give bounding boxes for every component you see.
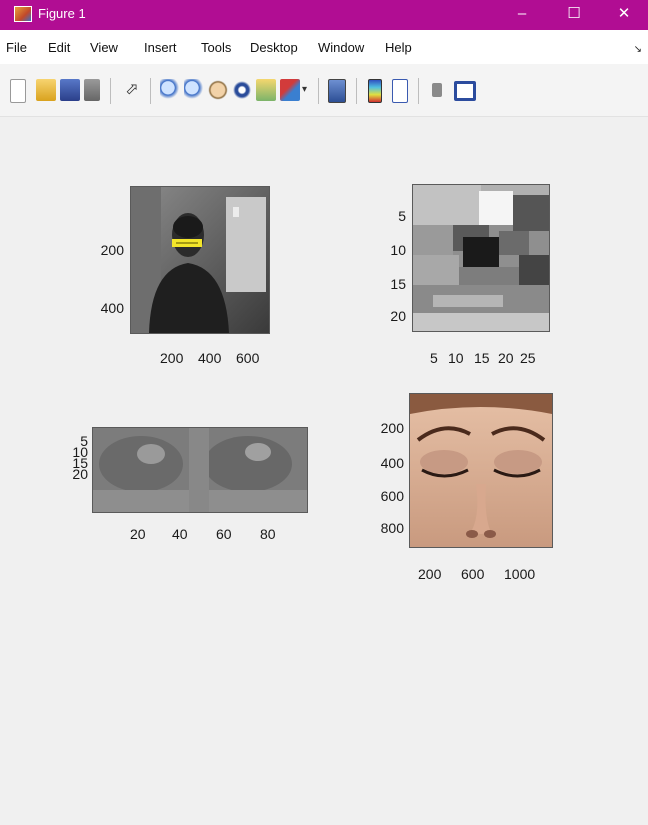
axes-closed-eyes-image[interactable] bbox=[409, 393, 553, 548]
closed-eyes-ytick-label: 200 bbox=[380, 420, 404, 436]
toolbar-separator bbox=[318, 78, 319, 104]
closed-eyes-xtick-label: 600 bbox=[461, 566, 485, 582]
toolbar-separator bbox=[110, 78, 111, 104]
brush-icon[interactable] bbox=[280, 79, 300, 101]
colorbar-icon[interactable] bbox=[368, 79, 382, 103]
face-xtick-label: 400 bbox=[198, 350, 222, 366]
eye-strip-image bbox=[93, 428, 307, 512]
closed-eyes-ytick-label: 400 bbox=[380, 455, 404, 471]
toolbar-separator bbox=[418, 78, 419, 104]
face-ytick-label: 400 bbox=[100, 300, 124, 316]
menu-file[interactable]: File bbox=[6, 40, 27, 55]
eye-zoom-image bbox=[413, 185, 549, 331]
new-figure-icon[interactable] bbox=[10, 79, 26, 103]
closed-eyes-xtick-label: 200 bbox=[418, 566, 442, 582]
data-cursor-icon[interactable] bbox=[256, 79, 276, 101]
minimize-button[interactable]: – bbox=[504, 3, 540, 25]
closed-eyes-ytick-label: 800 bbox=[380, 520, 404, 536]
closed-eyes-ytick-label: 600 bbox=[380, 488, 404, 504]
eye-strip-xtick-label: 60 bbox=[216, 526, 232, 542]
window-title: Figure 1 bbox=[38, 6, 86, 21]
dock-arrow-icon[interactable]: ↘ bbox=[634, 44, 642, 55]
menu-view[interactable]: View bbox=[90, 40, 118, 55]
eye-zoom-xtick-label: 10 bbox=[448, 350, 464, 366]
face-ytick-label: 200 bbox=[100, 242, 124, 258]
print-icon[interactable] bbox=[84, 79, 100, 101]
menu-window[interactable]: Window bbox=[318, 40, 364, 55]
eye-strip-ytick-label: 20 bbox=[72, 466, 88, 482]
eye-strip-xtick-label: 20 bbox=[130, 526, 146, 542]
menu-tools[interactable]: Tools bbox=[201, 40, 231, 55]
axes-eye-strip-image[interactable] bbox=[92, 427, 308, 513]
eye-zoom-xtick-label: 15 bbox=[474, 350, 490, 366]
menu-insert[interactable]: Insert bbox=[144, 40, 177, 55]
face-xtick-label: 600 bbox=[236, 350, 260, 366]
toolbar-separator bbox=[150, 78, 151, 104]
title-bar: Figure 1 – ☐ ✕ bbox=[0, 0, 648, 30]
pan-icon[interactable] bbox=[208, 79, 228, 101]
axes-eye-zoom-image[interactable] bbox=[412, 184, 550, 332]
menu-bar: File Edit View Insert Tools Desktop Wind… bbox=[0, 30, 648, 64]
show-plot-tools-icon[interactable] bbox=[454, 81, 476, 101]
menu-edit[interactable]: Edit bbox=[48, 40, 70, 55]
eye-zoom-xtick-label: 5 bbox=[430, 350, 438, 366]
toolbar-separator bbox=[356, 78, 357, 104]
closed-eyes-xtick-label: 1000 bbox=[504, 566, 536, 582]
eye-strip-xtick-label: 40 bbox=[172, 526, 188, 542]
eye-zoom-ytick-label: 5 bbox=[398, 208, 406, 224]
hide-plot-tools-icon[interactable] bbox=[432, 83, 442, 97]
open-file-icon[interactable] bbox=[36, 79, 56, 101]
eye-zoom-xtick-label: 25 bbox=[520, 350, 536, 366]
eye-zoom-ytick-label: 15 bbox=[390, 276, 406, 292]
face-image bbox=[131, 187, 269, 333]
menu-desktop[interactable]: Desktop bbox=[250, 40, 298, 55]
eye-zoom-xtick-label: 20 bbox=[498, 350, 514, 366]
eye-zoom-ytick-label: 20 bbox=[390, 308, 406, 324]
edit-plot-icon[interactable]: ⬀ bbox=[122, 79, 142, 101]
zoom-out-icon[interactable] bbox=[184, 79, 204, 101]
zoom-in-icon[interactable] bbox=[160, 79, 180, 101]
rotate-3d-icon[interactable] bbox=[232, 79, 252, 101]
link-plot-icon[interactable] bbox=[328, 79, 346, 103]
matlab-figure-icon bbox=[14, 6, 32, 22]
save-icon[interactable] bbox=[60, 79, 80, 101]
brush-dropdown-icon[interactable]: ▾ bbox=[302, 79, 312, 101]
close-button[interactable]: ✕ bbox=[606, 3, 642, 25]
eye-strip-xtick-label: 80 bbox=[260, 526, 276, 542]
figure-toolbar: ⬀ ▾ bbox=[0, 64, 648, 117]
closed-eyes-image bbox=[410, 394, 552, 547]
menu-help[interactable]: Help bbox=[385, 40, 412, 55]
eye-zoom-ytick-label: 10 bbox=[390, 242, 406, 258]
axes-face-image[interactable] bbox=[130, 186, 270, 334]
legend-icon[interactable] bbox=[392, 79, 408, 103]
maximize-button[interactable]: ☐ bbox=[556, 3, 592, 25]
face-xtick-label: 200 bbox=[160, 350, 184, 366]
